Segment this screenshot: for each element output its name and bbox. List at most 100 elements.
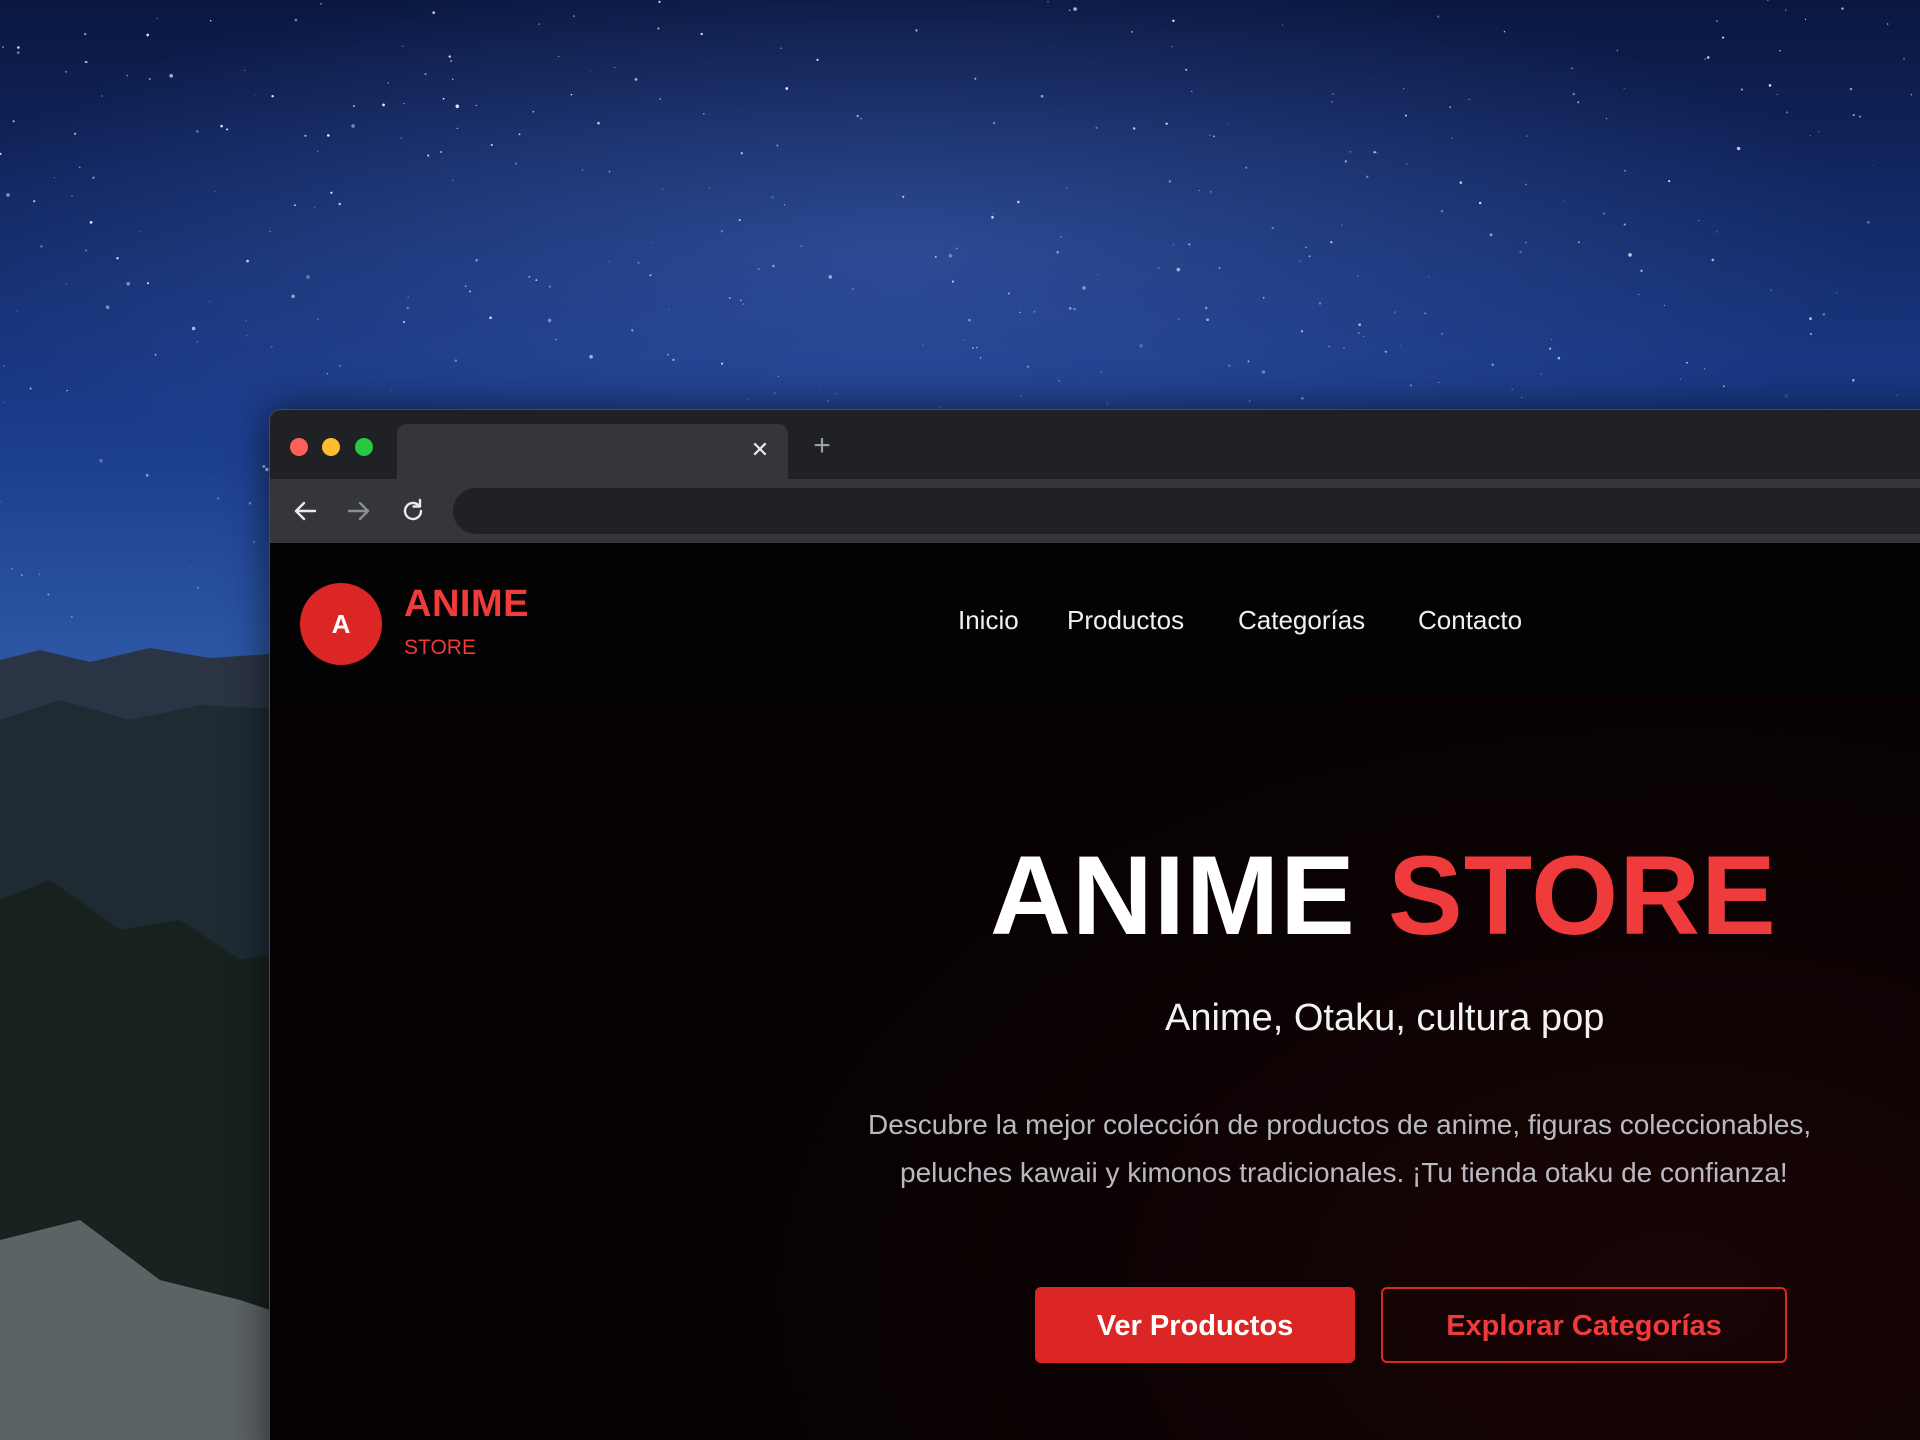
star xyxy=(294,204,296,206)
star xyxy=(338,202,342,206)
star xyxy=(0,500,2,503)
nav-link-productos[interactable]: Productos xyxy=(1067,605,1184,636)
logo-badge[interactable]: A xyxy=(300,583,382,665)
star xyxy=(1247,360,1250,363)
star xyxy=(700,32,703,36)
star xyxy=(757,268,760,271)
star xyxy=(214,191,216,193)
star xyxy=(196,130,199,133)
logo-title[interactable]: ANIME xyxy=(404,583,529,626)
star xyxy=(1056,250,1059,254)
star xyxy=(1698,220,1700,222)
minimize-window-button[interactable] xyxy=(322,438,340,456)
browser-tab[interactable]: ✕ xyxy=(397,424,788,479)
star xyxy=(16,51,20,54)
maximize-window-button[interactable] xyxy=(355,438,373,456)
close-window-button[interactable] xyxy=(290,438,308,456)
star xyxy=(326,134,330,137)
star xyxy=(659,98,662,100)
star xyxy=(939,406,941,409)
star xyxy=(1440,209,1444,213)
star xyxy=(851,288,854,290)
star xyxy=(650,242,652,244)
star xyxy=(105,305,110,310)
star xyxy=(785,87,789,90)
star xyxy=(1623,87,1625,89)
star xyxy=(1191,90,1193,93)
star xyxy=(475,258,478,262)
star xyxy=(400,137,402,139)
star xyxy=(84,33,87,36)
star xyxy=(1318,302,1322,305)
star xyxy=(1577,241,1580,244)
star xyxy=(742,303,745,306)
star xyxy=(1073,7,1077,11)
star xyxy=(1716,20,1718,22)
star xyxy=(608,170,611,173)
star xyxy=(535,279,538,282)
star xyxy=(451,179,454,182)
star xyxy=(532,110,535,113)
star xyxy=(1716,230,1718,233)
star xyxy=(637,261,640,264)
star xyxy=(915,29,918,32)
star xyxy=(631,329,634,332)
star xyxy=(828,275,833,279)
explorar-categorias-button[interactable]: Explorar Categorías xyxy=(1381,1287,1787,1363)
nav-link-inicio[interactable]: Inicio xyxy=(958,605,1019,636)
star xyxy=(672,358,675,361)
logo-subtitle[interactable]: STORE xyxy=(404,636,476,660)
star xyxy=(1521,396,1523,399)
star xyxy=(1365,175,1369,179)
star xyxy=(667,353,670,356)
star xyxy=(1704,58,1707,60)
star xyxy=(1404,114,1407,117)
star xyxy=(658,0,661,3)
star xyxy=(53,177,56,179)
star xyxy=(740,152,743,155)
star xyxy=(469,290,471,293)
star xyxy=(38,573,41,576)
reload-icon[interactable] xyxy=(396,494,430,528)
star xyxy=(1100,371,1103,374)
back-arrow-icon[interactable] xyxy=(288,494,322,528)
star xyxy=(1172,19,1175,23)
star xyxy=(1228,364,1231,367)
star xyxy=(589,355,593,359)
star xyxy=(547,318,552,323)
star xyxy=(99,458,103,463)
star xyxy=(209,478,212,481)
star xyxy=(570,93,573,96)
star xyxy=(1809,332,1812,336)
star xyxy=(662,188,664,190)
forward-arrow-icon[interactable] xyxy=(342,494,376,528)
star xyxy=(1767,0,1769,1)
star xyxy=(1106,402,1109,405)
nav-link-categorias[interactable]: Categorías xyxy=(1238,605,1365,636)
star xyxy=(1349,151,1352,153)
star xyxy=(1784,9,1787,11)
star xyxy=(992,213,994,215)
star xyxy=(1363,335,1365,338)
hero-title-red: STORE xyxy=(1388,833,1777,958)
star xyxy=(538,23,541,25)
star xyxy=(1047,1,1049,3)
close-icon[interactable]: ✕ xyxy=(748,438,772,462)
star xyxy=(250,569,253,572)
star xyxy=(1437,381,1440,384)
star xyxy=(772,264,775,268)
star xyxy=(1344,160,1348,163)
plus-icon[interactable]: + xyxy=(806,430,838,462)
star xyxy=(968,318,971,322)
star xyxy=(548,285,551,288)
star xyxy=(1177,317,1181,321)
star xyxy=(448,55,451,58)
star xyxy=(974,77,977,80)
address-bar[interactable] xyxy=(453,488,1920,534)
nav-link-contacto[interactable]: Contacto xyxy=(1418,605,1522,636)
ver-productos-button[interactable]: Ver Productos xyxy=(1035,1287,1355,1363)
star xyxy=(1858,115,1862,118)
star xyxy=(934,255,937,258)
star xyxy=(1784,394,1789,398)
star xyxy=(1308,255,1311,258)
